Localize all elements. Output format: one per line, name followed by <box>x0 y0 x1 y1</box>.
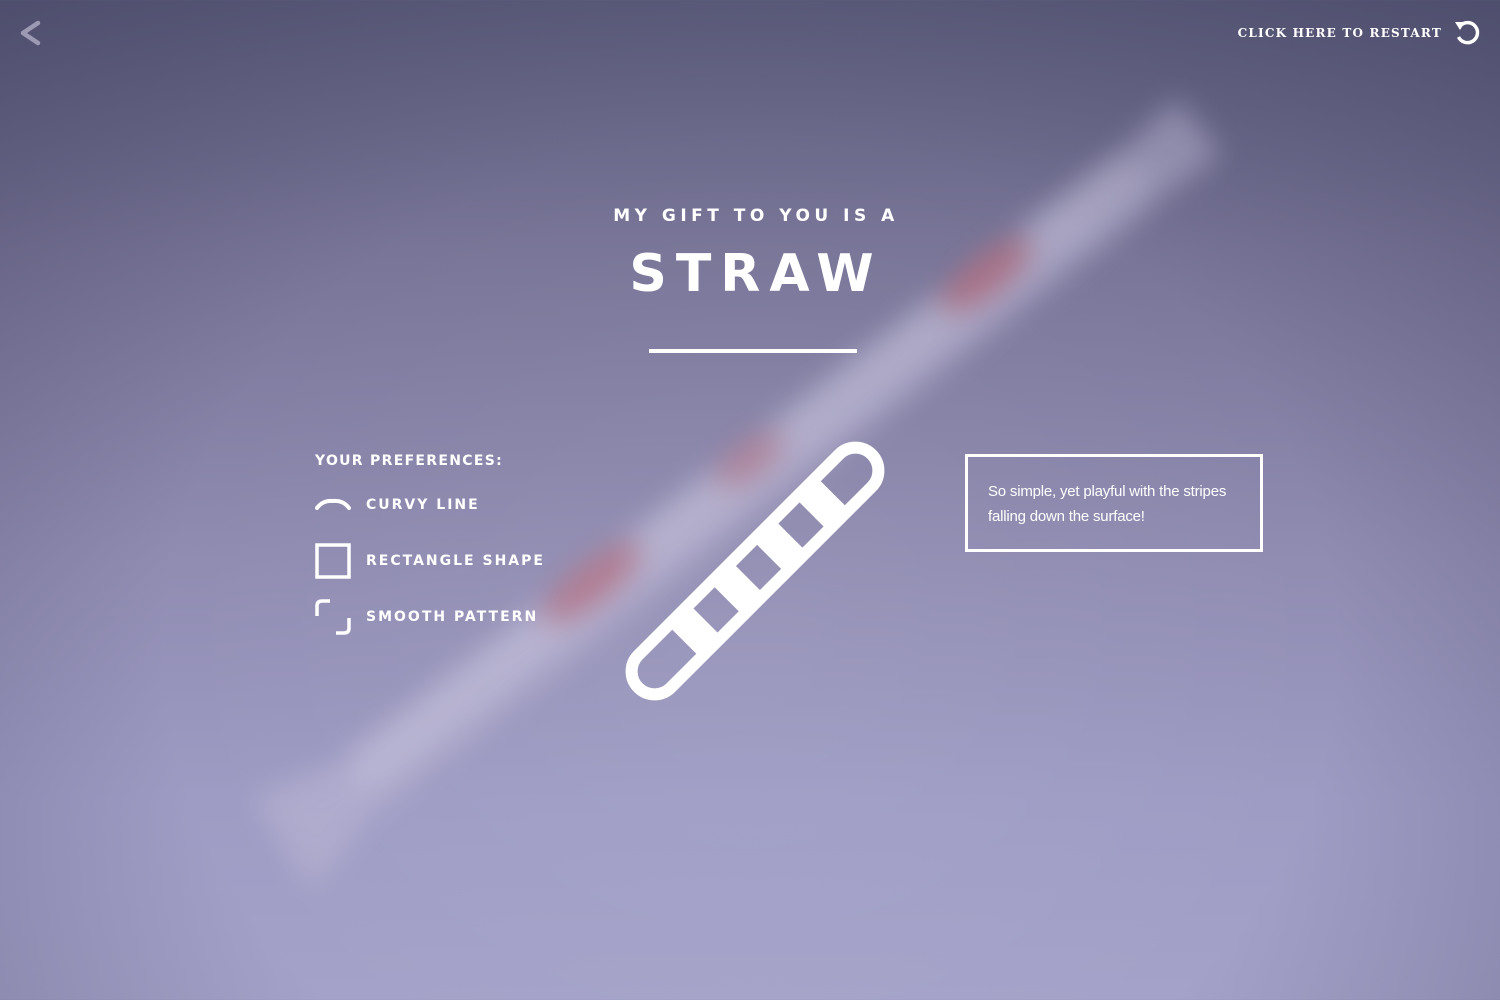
page-title: STRAW <box>629 244 883 304</box>
straw-icon <box>625 441 885 701</box>
restart-icon <box>1455 20 1480 45</box>
page-subtitle: MY GIFT TO YOU IS A <box>613 206 899 226</box>
preference-label: SMOOTH PATTERN <box>366 609 539 625</box>
preference-item-rectangle-shape: RECTANGLE SHAPE <box>315 543 545 579</box>
preference-label: CURVY LINE <box>366 497 480 513</box>
curvy-line-icon <box>315 498 351 510</box>
restart-button[interactable]: CLICK HERE TO RESTART <box>1238 18 1482 48</box>
back-button[interactable] <box>14 16 50 52</box>
rectangle-shape-icon <box>315 543 351 579</box>
preference-item-smooth-pattern: SMOOTH PATTERN <box>315 599 545 635</box>
preferences-panel: YOUR PREFERENCES: CURVY LINE RECTANGLE S… <box>315 453 545 655</box>
chevron-left-icon <box>20 20 41 46</box>
restart-label: CLICK HERE TO RESTART <box>1237 26 1442 40</box>
title-divider <box>649 349 857 353</box>
gift-description: So simple, yet playful with the stripes … <box>988 483 1227 525</box>
preferences-heading: YOUR PREFERENCES: <box>315 453 503 469</box>
preference-item-curvy-line: CURVY LINE <box>315 487 545 523</box>
smooth-pattern-icon <box>315 599 351 635</box>
gift-description-box: So simple, yet playful with the stripes … <box>965 454 1263 552</box>
preference-label: RECTANGLE SHAPE <box>366 553 545 569</box>
